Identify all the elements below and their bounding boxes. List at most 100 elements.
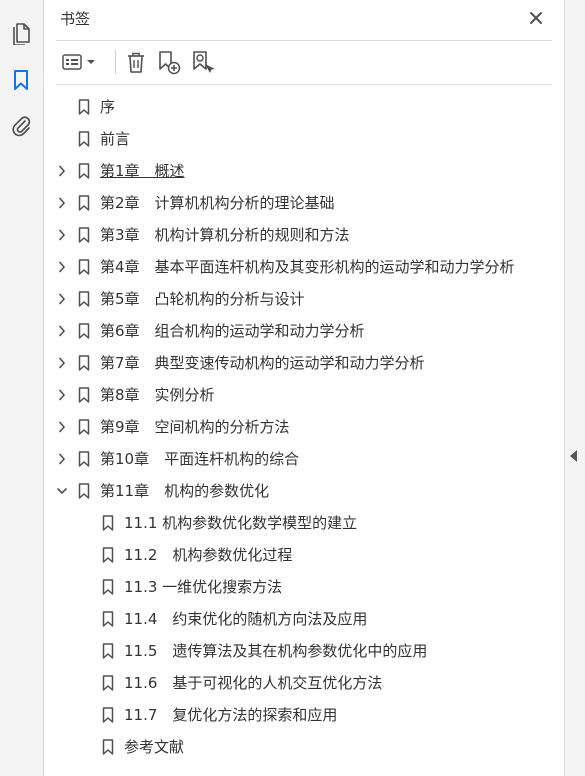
delete-icon xyxy=(128,52,144,73)
bookmark-row[interactable]: 第7章 典型变速传动机构的运动学和动力学分析 xyxy=(44,347,564,379)
bookmark-icon xyxy=(78,323,90,339)
bookmark-label: 参考文献 xyxy=(124,738,185,756)
bookmark-row[interactable]: 第2章 计算机机构分析的理论基础 xyxy=(44,187,564,219)
chevron-right-icon[interactable] xyxy=(55,452,69,466)
bookmark-icon xyxy=(102,707,114,723)
bookmark-row[interactable]: 11.3 一维优化搜索方法 xyxy=(44,571,564,603)
bookmark-label: 第5章 凸轮机构的分析与设计 xyxy=(100,290,305,308)
bookmark-label: 11.3 一维优化搜索方法 xyxy=(124,578,283,596)
bookmark-icon xyxy=(102,611,114,627)
bookmark-icon xyxy=(78,387,90,403)
chevron-right-icon[interactable] xyxy=(55,388,69,402)
bookmark-row[interactable]: 11.4 约束优化的随机方向法及应用 xyxy=(44,603,564,635)
attachment-icon xyxy=(12,116,31,137)
bookmark-row[interactable]: 第11章 机构的参数优化 xyxy=(44,475,564,507)
bookmark-icon xyxy=(78,163,90,179)
bookmark-label: 11.2 机构参数优化过程 xyxy=(124,546,293,564)
bookmark-label: 11.5 遗传算法及其在机构参数优化中的应用 xyxy=(124,642,428,660)
bookmark-label: 第9章 空间机构的分析方法 xyxy=(100,418,290,436)
chevron-right-icon[interactable] xyxy=(55,420,69,434)
bookmark-row[interactable]: 第9章 空间机构的分析方法 xyxy=(44,411,564,443)
bookmark-icon xyxy=(78,195,90,211)
bookmark-row[interactable]: 11.7 复优化方法的探索和应用 xyxy=(44,699,564,731)
bookmark-icon xyxy=(78,291,90,307)
bookmark-icon xyxy=(14,70,28,90)
bookmark-icon xyxy=(102,579,114,595)
bookmarks-button[interactable] xyxy=(8,67,51,93)
bookmark-icon xyxy=(102,739,114,755)
pages-button[interactable] xyxy=(8,20,34,46)
bookmark-row[interactable]: 第5章 凸轮机构的分析与设计 xyxy=(44,283,564,315)
bookmark-icon xyxy=(78,451,90,467)
bookmark-icon xyxy=(102,547,114,563)
bookmark-row[interactable]: 前言 xyxy=(44,123,564,155)
bookmark-label: 11.6 基于可视化的人机交互优化方法 xyxy=(124,674,383,692)
bookmark-icon xyxy=(102,643,114,659)
bookmark-row[interactable]: 第8章 实例分析 xyxy=(44,379,564,411)
close-panel-button[interactable] xyxy=(528,10,544,26)
bookmark-label: 11.7 复优化方法的探索和应用 xyxy=(124,706,338,724)
bookmark-icon xyxy=(78,259,90,275)
bookmark-row[interactable]: 11.1 机构参数优化数学模型的建立 xyxy=(44,507,564,539)
bookmark-label: 第1章 概述 xyxy=(100,162,185,180)
bookmark-icon xyxy=(102,675,114,691)
options-menu-icon xyxy=(62,54,95,70)
bookmark-row[interactable]: 11.5 遗传算法及其在机构参数优化中的应用 xyxy=(44,635,564,667)
bookmark-icon xyxy=(102,515,114,531)
chevron-right-icon[interactable] xyxy=(55,164,69,178)
chevron-right-icon[interactable] xyxy=(55,228,69,242)
delete-bookmark-button[interactable] xyxy=(123,48,149,76)
close-icon xyxy=(530,12,542,24)
pages-icon xyxy=(13,23,30,45)
bookmark-label: 11.1 机构参数优化数学模型的建立 xyxy=(124,514,358,532)
bookmark-row[interactable]: 序 xyxy=(44,91,564,123)
toolbar-divider-line xyxy=(56,84,552,85)
chevron-right-icon[interactable] xyxy=(55,356,69,370)
bookmarks-toolbar xyxy=(56,46,552,78)
bookmark-label: 第8章 实例分析 xyxy=(100,386,215,404)
bookmark-label: 第10章 平面连杆机构的综合 xyxy=(100,450,300,468)
title-divider xyxy=(56,40,552,41)
bookmark-row[interactable]: 11.6 基于可视化的人机交互优化方法 xyxy=(44,667,564,699)
bookmark-row[interactable]: 第10章 平面连杆机构的综合 xyxy=(44,443,564,475)
collapse-arrow-icon xyxy=(570,450,577,462)
bookmark-label: 第11章 机构的参数优化 xyxy=(100,482,270,500)
bookmark-icon xyxy=(78,355,90,371)
bookmark-label: 前言 xyxy=(100,130,131,148)
toolbar-divider xyxy=(115,50,116,74)
bookmark-label: 第7章 典型变速传动机构的运动学和动力学分析 xyxy=(100,354,425,372)
chevron-right-icon[interactable] xyxy=(55,196,69,210)
bookmark-row[interactable]: 参考文献 xyxy=(44,731,564,763)
bookmark-row[interactable]: 11.2 机构参数优化过程 xyxy=(44,539,564,571)
attachments-button[interactable] xyxy=(8,112,34,138)
bookmark-icon xyxy=(78,483,90,499)
bookmark-row[interactable]: 第4章 基本平面连杆机构及其变形机构的运动学和动力学分析 xyxy=(44,251,564,283)
chevron-right-icon[interactable] xyxy=(55,324,69,338)
bookmarks-app: 书签 序 前言 第1章 概述 第2章 计算机机构分析的理论基础 第3章 机构计算… xyxy=(0,0,585,776)
chevron-right-icon[interactable] xyxy=(55,260,69,274)
search-bookmark-icon xyxy=(193,51,215,73)
bookmark-label: 第4章 基本平面连杆机构及其变形机构的运动学和动力学分析 xyxy=(100,258,515,276)
bookmark-label: 第2章 计算机机构分析的理论基础 xyxy=(100,194,335,212)
find-bookmark-button[interactable] xyxy=(189,48,217,76)
bookmark-label: 序 xyxy=(100,98,116,116)
panel-collapse-bar[interactable] xyxy=(564,0,585,776)
bookmarks-panel: 书签 序 前言 第1章 概述 第2章 计算机机构分析的理论基础 第3章 机构计算… xyxy=(44,0,564,776)
add-bookmark-icon xyxy=(159,51,181,75)
bookmark-icon xyxy=(78,227,90,243)
add-bookmark-button[interactable] xyxy=(155,48,183,76)
bookmark-label: 11.4 约束优化的随机方向法及应用 xyxy=(124,610,368,628)
bookmark-tree: 序前言第1章 概述第2章 计算机机构分析的理论基础 第3章 机构计算机分析的规则和… xyxy=(44,91,564,763)
navigation-rail xyxy=(0,0,51,776)
bookmark-icon xyxy=(78,419,90,435)
bookmark-label: 第6章 组合机构的运动学和动力学分析 xyxy=(100,322,365,340)
panel-title: 书签 xyxy=(60,10,91,28)
options-menu-button[interactable] xyxy=(60,48,100,76)
bookmark-label: 第3章 机构计算机分析的规则和方法 xyxy=(100,226,350,244)
chevron-right-icon[interactable] xyxy=(55,292,69,306)
bookmark-row[interactable]: 第1章 概述 xyxy=(44,155,564,187)
bookmark-icon xyxy=(78,131,90,147)
bookmark-row[interactable]: 第6章 组合机构的运动学和动力学分析 xyxy=(44,315,564,347)
chevron-down-icon[interactable] xyxy=(55,484,69,498)
bookmark-row[interactable]: 第3章 机构计算机分析的规则和方法 xyxy=(44,219,564,251)
